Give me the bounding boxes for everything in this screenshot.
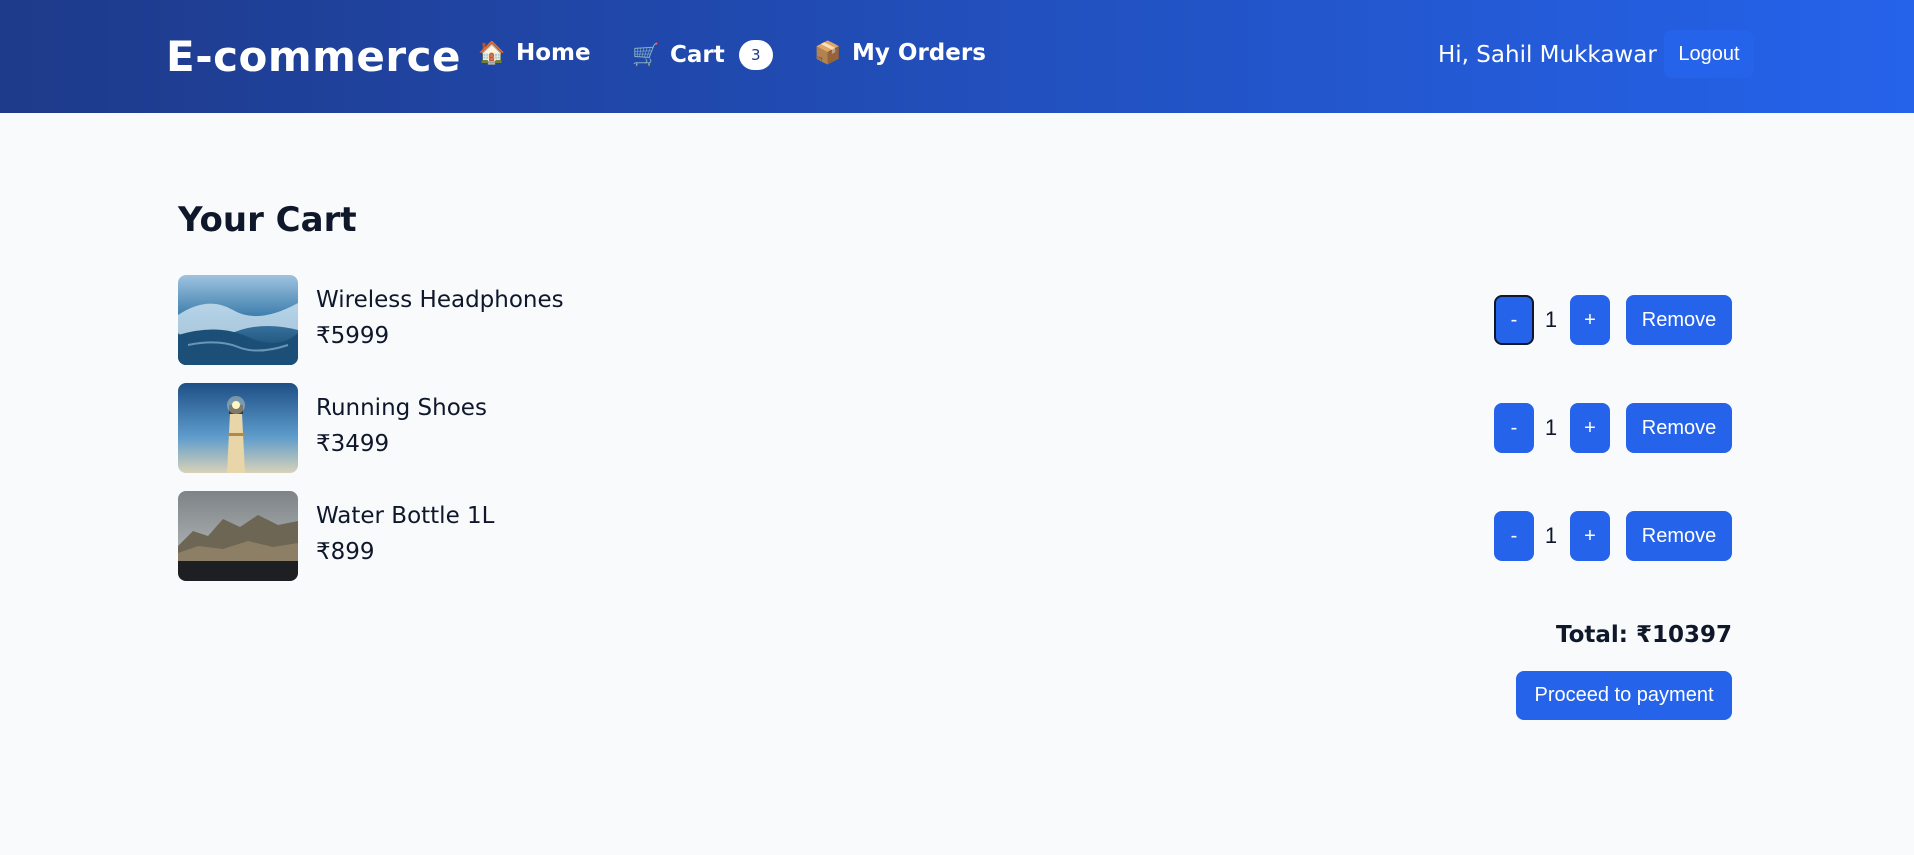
cart-total: Total: ₹10397 (1555, 622, 1732, 648)
product-image-coastal-cliff (178, 491, 298, 581)
increase-quantity-button[interactable]: + (1570, 403, 1610, 453)
package-icon: 📦 (814, 40, 842, 66)
nav-cart-label: Cart (670, 42, 725, 68)
house-icon: 🏠 (478, 40, 506, 66)
increase-quantity-button[interactable]: + (1570, 295, 1610, 345)
nav-home-label: Home (516, 40, 591, 66)
logout-button[interactable]: Logout (1664, 30, 1754, 78)
decrease-quantity-button[interactable]: - (1494, 511, 1534, 561)
product-image-lighthouse (178, 383, 298, 473)
cart-count-badge: 3 (738, 40, 773, 70)
user-greeting: Hi, Sahil Mukkawar (1438, 42, 1657, 68)
cart-icon: 🛒 (632, 42, 660, 68)
proceed-to-payment-button[interactable]: Proceed to payment (1516, 671, 1732, 720)
item-price: ₹899 (316, 539, 375, 565)
remove-item-button[interactable]: Remove (1626, 295, 1732, 345)
decrease-quantity-button[interactable]: - (1494, 295, 1534, 345)
quantity-value: 1 (1544, 415, 1558, 440)
item-price: ₹3499 (316, 431, 390, 457)
quantity-value: 1 (1544, 307, 1558, 332)
item-name: Wireless Headphones (316, 287, 564, 313)
nav-orders-label: My Orders (852, 40, 986, 66)
brand-logo[interactable]: E-commerce (166, 32, 461, 81)
page-title: Your Cart (178, 200, 357, 240)
increase-quantity-button[interactable]: + (1570, 511, 1610, 561)
nav-cart-link[interactable]: 🛒 Cart 3 (632, 40, 773, 70)
quantity-value: 1 (1544, 523, 1558, 548)
item-price: ₹5999 (316, 323, 390, 349)
cart-item: Wireless Headphones ₹5999 - 1 + Remove (178, 275, 1732, 365)
product-image-ocean-wave (178, 275, 298, 365)
cart-item: Water Bottle 1L ₹899 - 1 + Remove (178, 491, 1732, 581)
navbar: E-commerce 🏠 Home 🛒 Cart 3 📦 My Orders H… (0, 0, 1914, 113)
cart-item: Running Shoes ₹3499 - 1 + Remove (178, 383, 1732, 473)
item-name: Running Shoes (316, 395, 487, 421)
remove-item-button[interactable]: Remove (1626, 403, 1732, 453)
decrease-quantity-button[interactable]: - (1494, 403, 1534, 453)
nav-orders-link[interactable]: 📦 My Orders (814, 40, 986, 66)
nav-home-link[interactable]: 🏠 Home (478, 40, 591, 66)
remove-item-button[interactable]: Remove (1626, 511, 1732, 561)
item-name: Water Bottle 1L (316, 503, 495, 529)
